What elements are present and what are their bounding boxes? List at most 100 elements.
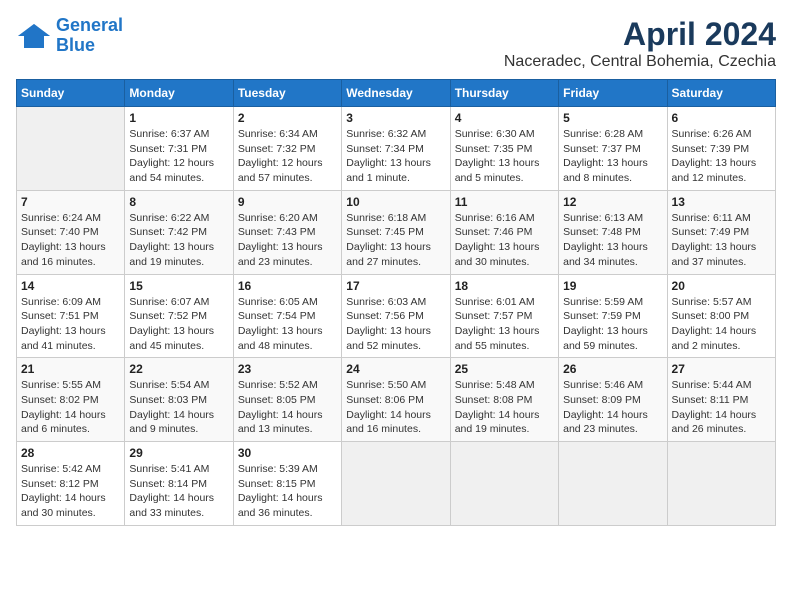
day-info: Sunrise: 6:26 AM Sunset: 7:39 PM Dayligh…: [672, 127, 771, 186]
day-info: Sunrise: 6:24 AM Sunset: 7:40 PM Dayligh…: [21, 211, 120, 270]
day-number: 18: [455, 279, 554, 293]
day-info: Sunrise: 5:39 AM Sunset: 8:15 PM Dayligh…: [238, 462, 337, 521]
calendar-cell: [17, 107, 125, 191]
day-number: 7: [21, 195, 120, 209]
day-number: 23: [238, 362, 337, 376]
day-info: Sunrise: 5:57 AM Sunset: 8:00 PM Dayligh…: [672, 295, 771, 354]
calendar-cell: 3 Sunrise: 6:32 AM Sunset: 7:34 PM Daylig…: [342, 107, 450, 191]
calendar-cell: 21 Sunrise: 5:55 AM Sunset: 8:02 PM Dayli…: [17, 358, 125, 442]
weekday-header-tuesday: Tuesday: [233, 80, 341, 107]
day-info: Sunrise: 6:37 AM Sunset: 7:31 PM Dayligh…: [129, 127, 228, 186]
day-number: 24: [346, 362, 445, 376]
weekday-header-sunday: Sunday: [17, 80, 125, 107]
day-info: Sunrise: 6:11 AM Sunset: 7:49 PM Dayligh…: [672, 211, 771, 270]
day-info: Sunrise: 5:50 AM Sunset: 8:06 PM Dayligh…: [346, 378, 445, 437]
day-info: Sunrise: 5:42 AM Sunset: 8:12 PM Dayligh…: [21, 462, 120, 521]
calendar-body: 1 Sunrise: 6:37 AM Sunset: 7:31 PM Daylig…: [17, 107, 776, 526]
day-info: Sunrise: 5:55 AM Sunset: 8:02 PM Dayligh…: [21, 378, 120, 437]
calendar-week-4: 21 Sunrise: 5:55 AM Sunset: 8:02 PM Dayli…: [17, 358, 776, 442]
day-number: 21: [21, 362, 120, 376]
calendar-cell: 25 Sunrise: 5:48 AM Sunset: 8:08 PM Dayli…: [450, 358, 558, 442]
calendar-cell: 27 Sunrise: 5:44 AM Sunset: 8:11 PM Dayli…: [667, 358, 775, 442]
day-info: Sunrise: 6:32 AM Sunset: 7:34 PM Dayligh…: [346, 127, 445, 186]
calendar-cell: 19Sunrise: 5:59 AM Sunset: 7:59 PM Dayli…: [559, 274, 667, 358]
day-number: 30: [238, 446, 337, 460]
day-info: Sunrise: 6:18 AM Sunset: 7:45 PM Dayligh…: [346, 211, 445, 270]
calendar-cell: 17 Sunrise: 6:03 AM Sunset: 7:56 PM Dayli…: [342, 274, 450, 358]
day-info: Sunrise: 6:34 AM Sunset: 7:32 PM Dayligh…: [238, 127, 337, 186]
page-header: General Blue April 2024 Naceradec, Centr…: [16, 16, 776, 71]
month-title: April 2024: [504, 16, 776, 53]
calendar-cell: 20Sunrise: 5:57 AM Sunset: 8:00 PM Dayli…: [667, 274, 775, 358]
day-info: Sunrise: 6:13 AM Sunset: 7:48 PM Dayligh…: [563, 211, 662, 270]
day-number: 4: [455, 111, 554, 125]
day-number: 12: [563, 195, 662, 209]
calendar-cell: 2 Sunrise: 6:34 AM Sunset: 7:32 PM Daylig…: [233, 107, 341, 191]
title-area: April 2024 Naceradec, Central Bohemia, C…: [504, 16, 776, 71]
day-number: 10: [346, 195, 445, 209]
calendar-cell: 30 Sunrise: 5:39 AM Sunset: 8:15 PM Dayli…: [233, 442, 341, 526]
calendar-cell: 14 Sunrise: 6:09 AM Sunset: 7:51 PM Dayli…: [17, 274, 125, 358]
calendar-cell: [450, 442, 558, 526]
day-number: 8: [129, 195, 228, 209]
day-number: 25: [455, 362, 554, 376]
day-number: 29: [129, 446, 228, 460]
day-info: Sunrise: 6:30 AM Sunset: 7:35 PM Dayligh…: [455, 127, 554, 186]
day-info: Sunrise: 6:28 AM Sunset: 7:37 PM Dayligh…: [563, 127, 662, 186]
weekday-header-saturday: Saturday: [667, 80, 775, 107]
day-info: Sunrise: 6:09 AM Sunset: 7:51 PM Dayligh…: [21, 295, 120, 354]
calendar-cell: 24 Sunrise: 5:50 AM Sunset: 8:06 PM Dayli…: [342, 358, 450, 442]
day-number: 17: [346, 279, 445, 293]
day-number: 2: [238, 111, 337, 125]
weekday-header-friday: Friday: [559, 80, 667, 107]
calendar-cell: 16Sunrise: 6:05 AM Sunset: 7:54 PM Dayli…: [233, 274, 341, 358]
calendar-week-2: 7 Sunrise: 6:24 AM Sunset: 7:40 PM Daylig…: [17, 190, 776, 274]
logo: General Blue: [16, 16, 123, 56]
day-number: 13: [672, 195, 771, 209]
day-info: Sunrise: 6:16 AM Sunset: 7:46 PM Dayligh…: [455, 211, 554, 270]
calendar-cell: 28Sunrise: 5:42 AM Sunset: 8:12 PM Dayli…: [17, 442, 125, 526]
day-number: 9: [238, 195, 337, 209]
logo-icon: [16, 22, 52, 50]
day-number: 26: [563, 362, 662, 376]
day-number: 11: [455, 195, 554, 209]
day-info: Sunrise: 6:07 AM Sunset: 7:52 PM Dayligh…: [129, 295, 228, 354]
calendar-cell: 7 Sunrise: 6:24 AM Sunset: 7:40 PM Daylig…: [17, 190, 125, 274]
calendar-cell: 26 Sunrise: 5:46 AM Sunset: 8:09 PM Dayli…: [559, 358, 667, 442]
day-info: Sunrise: 5:52 AM Sunset: 8:05 PM Dayligh…: [238, 378, 337, 437]
weekday-header-thursday: Thursday: [450, 80, 558, 107]
day-number: 1: [129, 111, 228, 125]
calendar-cell: 9Sunrise: 6:20 AM Sunset: 7:43 PM Daylig…: [233, 190, 341, 274]
day-info: Sunrise: 5:46 AM Sunset: 8:09 PM Dayligh…: [563, 378, 662, 437]
calendar-cell: 13 Sunrise: 6:11 AM Sunset: 7:49 PM Dayli…: [667, 190, 775, 274]
logo-blue-text: Blue: [56, 35, 95, 55]
day-number: 19: [563, 279, 662, 293]
calendar-cell: 29 Sunrise: 5:41 AM Sunset: 8:14 PM Dayli…: [125, 442, 233, 526]
calendar-week-3: 14 Sunrise: 6:09 AM Sunset: 7:51 PM Dayli…: [17, 274, 776, 358]
day-info: Sunrise: 5:41 AM Sunset: 8:14 PM Dayligh…: [129, 462, 228, 521]
day-info: Sunrise: 5:54 AM Sunset: 8:03 PM Dayligh…: [129, 378, 228, 437]
calendar-cell: 12 Sunrise: 6:13 AM Sunset: 7:48 PM Dayli…: [559, 190, 667, 274]
weekday-header-row: SundayMondayTuesdayWednesdayThursdayFrid…: [17, 80, 776, 107]
day-info: Sunrise: 5:44 AM Sunset: 8:11 PM Dayligh…: [672, 378, 771, 437]
calendar-cell: [559, 442, 667, 526]
weekday-header-monday: Monday: [125, 80, 233, 107]
day-number: 6: [672, 111, 771, 125]
day-info: Sunrise: 5:48 AM Sunset: 8:08 PM Dayligh…: [455, 378, 554, 437]
calendar-cell: 23 Sunrise: 5:52 AM Sunset: 8:05 PM Dayli…: [233, 358, 341, 442]
day-info: Sunrise: 6:03 AM Sunset: 7:56 PM Dayligh…: [346, 295, 445, 354]
calendar-table: SundayMondayTuesdayWednesdayThursdayFrid…: [16, 79, 776, 526]
day-number: 3: [346, 111, 445, 125]
calendar-cell: 10 Sunrise: 6:18 AM Sunset: 7:45 PM Dayli…: [342, 190, 450, 274]
day-number: 14: [21, 279, 120, 293]
calendar-cell: [667, 442, 775, 526]
calendar-cell: 4 Sunrise: 6:30 AM Sunset: 7:35 PM Daylig…: [450, 107, 558, 191]
calendar-cell: 1 Sunrise: 6:37 AM Sunset: 7:31 PM Daylig…: [125, 107, 233, 191]
day-number: 15: [129, 279, 228, 293]
calendar-cell: 11 Sunrise: 6:16 AM Sunset: 7:46 PM Dayli…: [450, 190, 558, 274]
calendar-cell: 22Sunrise: 5:54 AM Sunset: 8:03 PM Dayli…: [125, 358, 233, 442]
calendar-cell: 5 Sunrise: 6:28 AM Sunset: 7:37 PM Daylig…: [559, 107, 667, 191]
day-number: 27: [672, 362, 771, 376]
day-number: 5: [563, 111, 662, 125]
logo-text-block: General Blue: [56, 16, 123, 56]
